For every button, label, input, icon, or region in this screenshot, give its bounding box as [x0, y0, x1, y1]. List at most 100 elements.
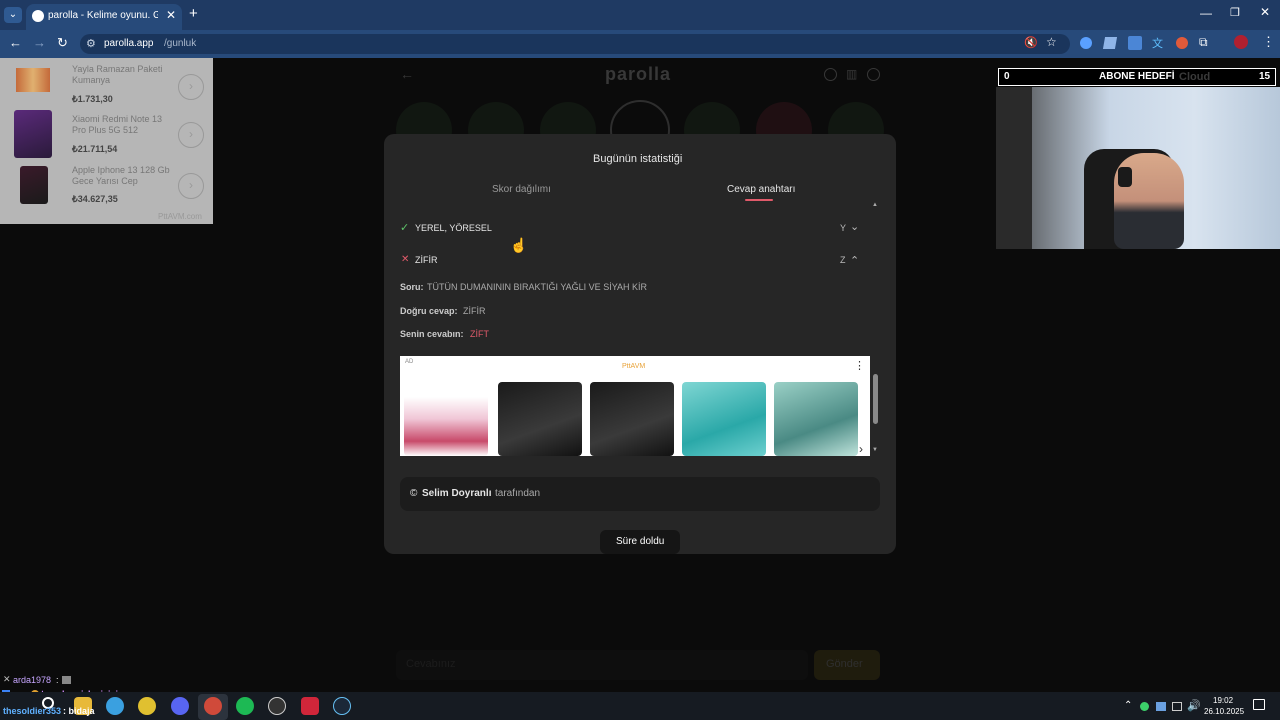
check-icon: ✓ [400, 222, 410, 234]
notifications-icon[interactable] [1253, 699, 1265, 710]
chat-username: thesoldier353 [3, 706, 62, 716]
clock-date[interactable]: 26.10.2025 [1204, 707, 1244, 716]
answer-row-expanded[interactable]: ✕ ZİFİR Z ⌃ [396, 250, 866, 272]
volume-icon[interactable]: 🔊 [1187, 699, 1201, 712]
product-ad-banner[interactable]: AD PttAVM ⋮ › [400, 356, 870, 456]
scroll-down-icon[interactable]: ▼ [872, 447, 878, 453]
ad-footer: PttAVM.com [158, 212, 202, 221]
reload-icon[interactable]: ↻ [57, 35, 68, 51]
clock-time[interactable]: 19:02 [1213, 696, 1233, 705]
tab-score-distribution[interactable]: Skor dağılımı [492, 184, 551, 195]
browser-menu-icon[interactable]: ⋮ [1262, 34, 1275, 50]
webcam-feed [996, 87, 1280, 249]
translate-icon[interactable]: 文 [1152, 35, 1163, 51]
ad-product-arrow-icon[interactable]: › [178, 122, 204, 148]
steam-icon[interactable] [333, 697, 351, 715]
subscriber-goal-bar: 0 Cloud ABONE HEDEFİ 15 [998, 68, 1276, 86]
taskbar [0, 692, 1280, 720]
goal-current: 0 [1004, 71, 1010, 82]
edge-icon[interactable] [106, 697, 124, 715]
scrollbar-thumb[interactable] [873, 374, 878, 424]
browser-tab[interactable]: parolla - Kelime oyunu. Günlük ✕ [26, 4, 182, 30]
extension-1-icon[interactable] [1080, 37, 1092, 49]
answer-letter: Y [840, 223, 847, 233]
answer-letter: Z [840, 255, 846, 265]
ad-product-arrow-icon[interactable]: › [178, 173, 204, 199]
ad-product-name: Apple Iphone 13 128 Gb Gece Yarısı Cep [72, 165, 170, 186]
chat-message: : bidaja [63, 706, 95, 716]
credit-suffix: tarafından [495, 488, 541, 499]
site-info-icon[interactable]: ⚙ [86, 37, 96, 50]
spotify-icon[interactable] [236, 697, 254, 715]
tab-close-icon[interactable]: ✕ [166, 8, 176, 22]
answer-text: YEREL, YÖRESEL [415, 223, 492, 233]
scroll-up-icon[interactable]: ▲ [872, 202, 878, 208]
time-up-badge: Süre doldu [600, 530, 680, 554]
ad-menu-icon[interactable]: ⋮ [854, 359, 865, 372]
credit-name[interactable]: Selim Doyranlı [422, 488, 491, 499]
correct-label: Doğru cevap: [400, 306, 458, 316]
headphones [1118, 167, 1132, 187]
goal-target: 15 [1259, 71, 1271, 82]
ad-product-thumb [16, 68, 50, 92]
goal-watermark: Cloud [1179, 71, 1211, 83]
new-tab-button[interactable]: + [189, 5, 198, 22]
tab-favicon-icon [32, 10, 44, 22]
tab-title: parolla - Kelime oyunu. Günlük [48, 10, 158, 21]
url-host: parolla.app [104, 38, 154, 49]
chat-emote [62, 676, 71, 684]
copyright-icon: © [410, 488, 418, 499]
extension-5-icon[interactable] [1176, 37, 1188, 49]
chat-mod-icon: ✕ [3, 674, 11, 684]
obs-icon[interactable] [268, 697, 286, 715]
tab-list-button[interactable]: ⌄ [4, 7, 22, 23]
tray-app-icon[interactable] [1156, 702, 1166, 711]
bookshelf [996, 87, 1032, 249]
your-answer: ZİFT [470, 329, 489, 339]
ad-product-image[interactable] [404, 382, 488, 456]
ad-product-image[interactable] [590, 382, 674, 456]
timer-label: Süre doldu [616, 536, 665, 547]
bookmark-star-icon[interactable]: ☆ [1046, 35, 1057, 49]
minimize-button[interactable]: — [1200, 6, 1212, 20]
chevron-up-icon: ⌃ [850, 255, 860, 267]
ad-product-name: Xiaomi Redmi Note 13 Pro Plus 5G 512 [72, 114, 163, 135]
chat-message: : [56, 675, 59, 685]
close-window-button[interactable]: ✕ [1260, 5, 1270, 19]
ad-product-price: ₺34.627,35 [72, 194, 118, 204]
ad-brand-logo: PttAVM [622, 363, 646, 370]
xsplit-icon[interactable] [301, 697, 319, 715]
ad-badge: AD [405, 359, 414, 365]
answer-row[interactable]: ✓ YEREL, YÖRESEL Y ⌄ [396, 218, 866, 240]
extensions-puzzle-icon[interactable]: ⧉ [1199, 35, 1208, 50]
question-label: Soru: [400, 282, 424, 292]
profile-avatar[interactable] [1234, 35, 1248, 49]
mute-site-icon[interactable]: 🔇 [1024, 36, 1038, 49]
extension-3-icon[interactable] [1128, 36, 1142, 50]
cross-icon: ✕ [401, 254, 410, 265]
side-ad-panel[interactable]: Yayla Ramazan Paketi Kumanya ₺1.731,30 ›… [0, 58, 213, 224]
ad-product-image[interactable] [682, 382, 766, 456]
ad-product-image[interactable] [498, 382, 582, 456]
ad-product-name: Yayla Ramazan Paketi Kumanya [72, 64, 163, 85]
restore-button[interactable]: ❐ [1230, 6, 1240, 19]
ad-product-thumb [14, 110, 52, 158]
tray-app-icon[interactable] [1172, 702, 1182, 711]
ad-product-arrow-icon[interactable]: › [178, 74, 204, 100]
ad-product-image[interactable] [774, 382, 858, 456]
mouse-cursor-icon: ☝ [510, 237, 528, 253]
ad-next-icon[interactable]: › [859, 442, 863, 456]
your-answer-label: Senin cevabın: [400, 329, 464, 339]
question-text: TÜTÜN DUMANININ BIRAKTIĞI YAĞLI VE SİYAH… [427, 282, 648, 292]
tab-answer-key[interactable]: Cevap anahtarı [727, 184, 795, 195]
tray-chevron-icon[interactable]: ⌃ [1124, 700, 1132, 711]
discord-icon[interactable] [171, 697, 189, 715]
tray-app-icon[interactable] [1140, 702, 1149, 711]
extension-2-icon[interactable] [1102, 37, 1118, 49]
address-bar[interactable]: ⚙ parolla.app /gunluk 🔇 ☆ [80, 34, 1070, 54]
chrome-icon[interactable] [138, 697, 156, 715]
ad-product-price: ₺1.731,30 [72, 94, 113, 104]
back-icon[interactable]: ← [9, 35, 22, 50]
forward-icon[interactable]: → [33, 35, 46, 50]
chrome-active-icon[interactable] [204, 697, 222, 715]
